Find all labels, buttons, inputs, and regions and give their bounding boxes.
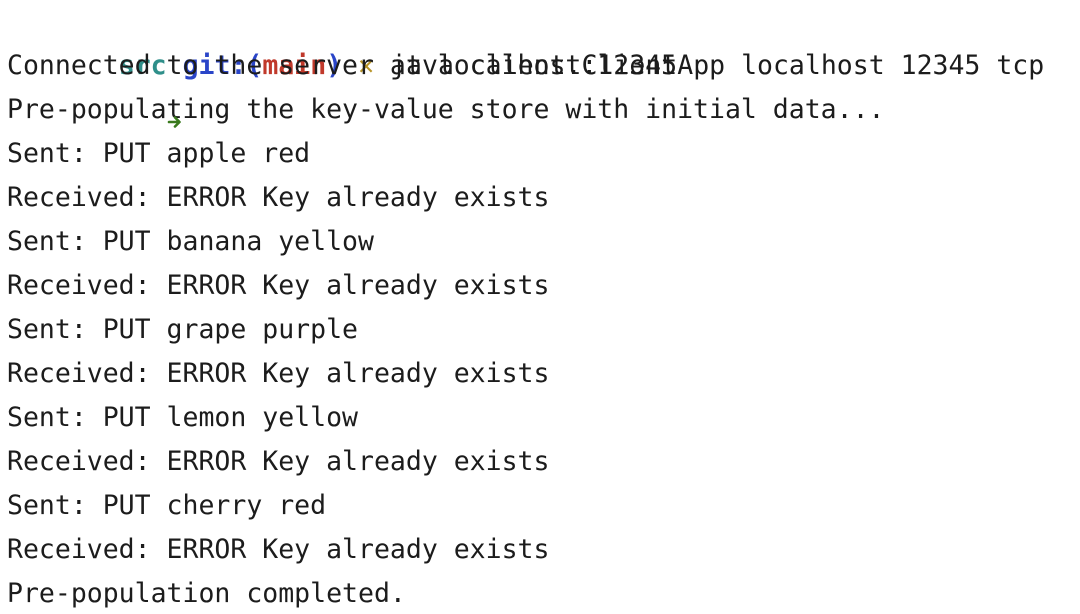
output-line: Sent: PUT grape purple — [7, 314, 358, 345]
output-line: Sent: PUT apple red — [7, 138, 311, 169]
output-line: Received: ERROR Key already exists — [7, 446, 550, 477]
command-prompt-line: src git:(main) ✕ java client.ClientApp l… — [7, 0, 1080, 128]
output-line: Received: ERROR Key already exists — [7, 358, 550, 389]
output-line: Sent: PUT cherry red — [7, 490, 327, 521]
output-line: Received: ERROR Key already exists — [7, 182, 550, 213]
output-line: Received: ERROR Key already exists — [7, 270, 550, 301]
terminal-window[interactable]: src git:(main) ✕ java client.ClientApp l… — [0, 0, 1080, 614]
output-line: Received: ERROR Key already exists — [7, 534, 550, 565]
output-line: Sent: PUT lemon yellow — [7, 402, 358, 433]
output-line: Sent: PUT banana yellow — [7, 226, 374, 257]
output-line: Pre-population completed. — [7, 578, 406, 609]
right-arrow-icon — [71, 56, 181, 128]
